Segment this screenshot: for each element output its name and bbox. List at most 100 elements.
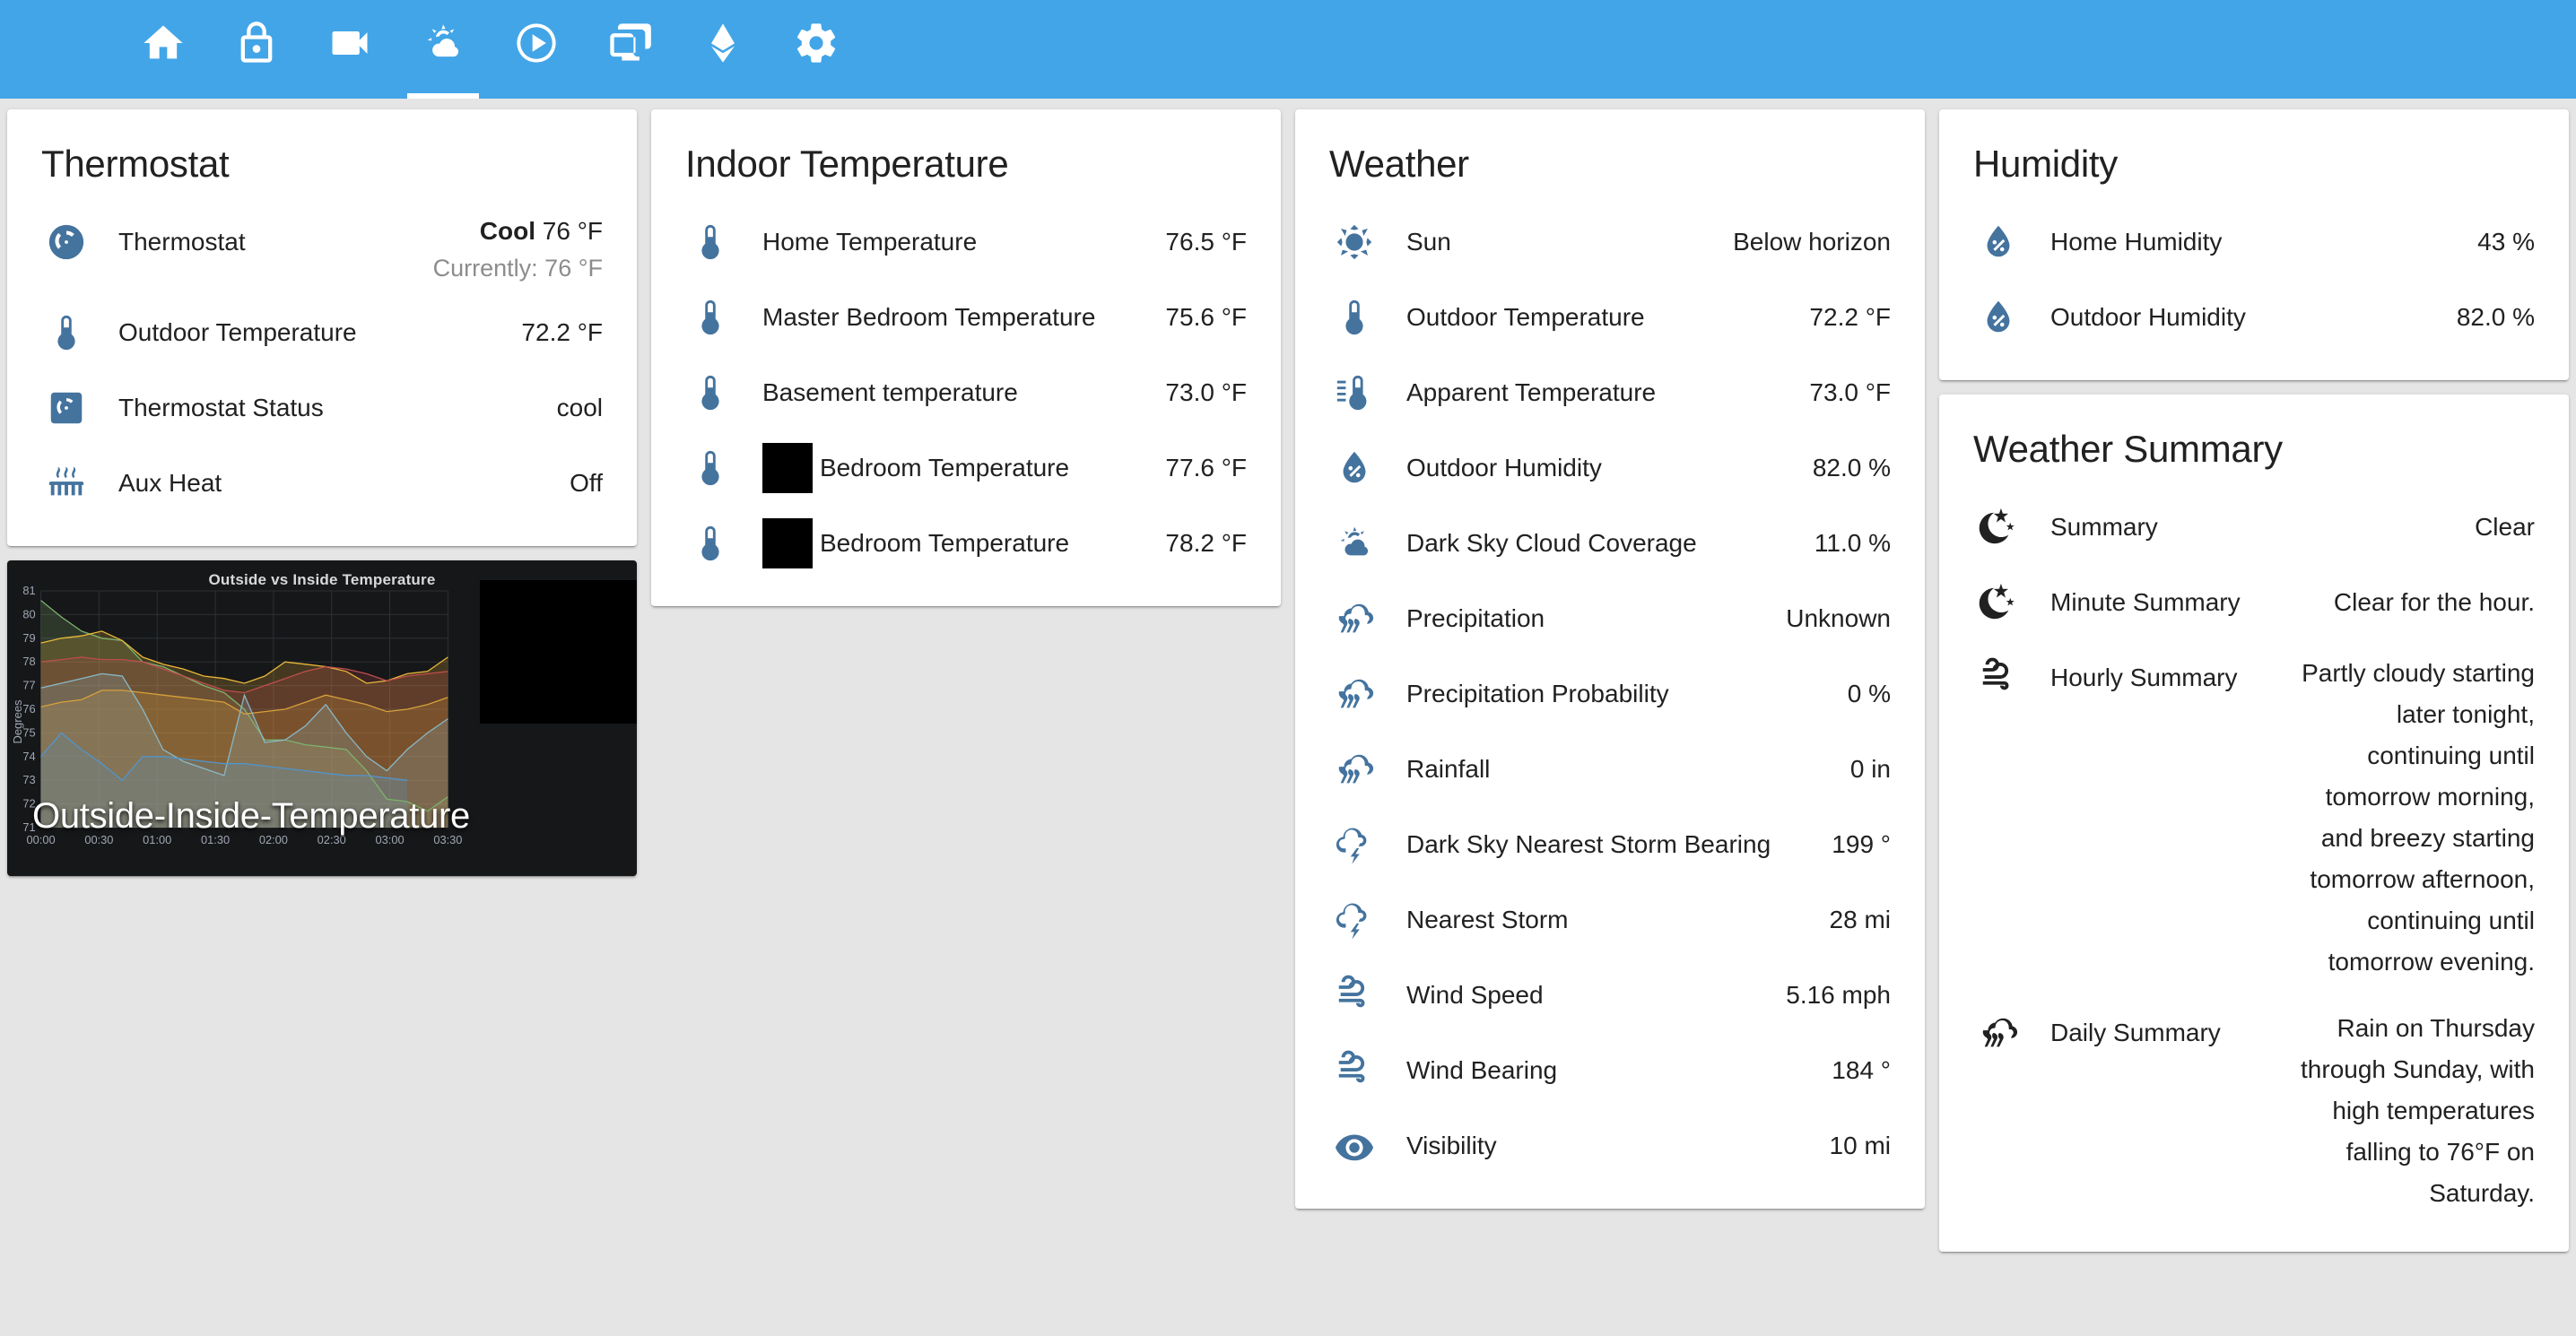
eye-icon bbox=[1329, 1121, 1379, 1171]
svg-text:76: 76 bbox=[22, 702, 35, 716]
weather-summary-card-title: Weather Summary bbox=[1939, 395, 2569, 490]
entity-row-name: Daily Summary bbox=[2050, 1008, 2275, 1058]
entity-row-thermostat[interactable]: Thermostat Cool 76 °F Currently: 76 °F bbox=[7, 204, 637, 295]
entity-row-value: Below horizon bbox=[1717, 217, 1891, 267]
temperature-graph-card[interactable]: Outside vs Inside Temperature 7172737475… bbox=[7, 560, 637, 876]
entity-row-precipitation-5[interactable]: PrecipitationUnknown bbox=[1295, 581, 1925, 656]
thermometer-icon bbox=[685, 217, 735, 267]
entity-row-value: 10 mi bbox=[1814, 1121, 1891, 1171]
humidity-card-title: Humidity bbox=[1939, 109, 2569, 204]
svg-text:74: 74 bbox=[22, 750, 35, 763]
entity-row-value: Rain on Thursday through Sunday, with hi… bbox=[2275, 1008, 2535, 1214]
thermostat-mode: Cool bbox=[480, 217, 535, 245]
entity-row-bedroom-temperature-4[interactable]: Bedroom Temperature78.2 °F bbox=[651, 506, 1281, 581]
entity-row-value: 11.0 % bbox=[1798, 518, 1891, 568]
entity-row-minute-summary-1[interactable]: Minute SummaryClear for the hour. bbox=[1939, 565, 2569, 640]
play-circle-icon bbox=[513, 20, 560, 66]
thermometer-icon bbox=[685, 518, 735, 568]
water-percent-icon bbox=[1329, 443, 1379, 493]
entity-row-master-bedroom-temperature-1[interactable]: Master Bedroom Temperature75.6 °F bbox=[651, 280, 1281, 355]
nav-item-weather[interactable] bbox=[396, 0, 490, 99]
svg-text:81: 81 bbox=[22, 584, 35, 597]
thermometer-lines-icon bbox=[1329, 368, 1379, 418]
monitor-multiple-icon bbox=[606, 20, 653, 66]
graph-legend-redaction bbox=[480, 580, 637, 724]
weather-windy-icon bbox=[1329, 1045, 1379, 1096]
entity-row-wind-speed-10[interactable]: Wind Speed5.16 mph bbox=[1295, 958, 1925, 1033]
entity-row-name: Nearest Storm bbox=[1406, 895, 1814, 945]
nav-item-settings[interactable] bbox=[770, 0, 863, 99]
entity-row-outdoor-humidity-3[interactable]: Outdoor Humidity82.0 % bbox=[1295, 430, 1925, 506]
entity-row-value: 5.16 mph bbox=[1770, 970, 1891, 1020]
entity-row-value: Clear for the hour. bbox=[2318, 577, 2535, 628]
nav-item-home[interactable] bbox=[117, 0, 210, 99]
entity-row-hourly-summary-2[interactable]: Hourly SummaryPartly cloudy starting lat… bbox=[1939, 640, 2569, 995]
thermostat-current: Currently: 76 °F bbox=[433, 255, 603, 282]
entity-row-name: Apparent Temperature bbox=[1406, 368, 1793, 418]
entity-row-precipitation-probability-6[interactable]: Precipitation Probability0 % bbox=[1295, 656, 1925, 732]
weather-summary-card: Weather Summary SummaryClearMinute Summa… bbox=[1939, 395, 2569, 1252]
weather-pouring-icon bbox=[1329, 669, 1379, 719]
thermostat-gauge-icon bbox=[41, 217, 91, 267]
entity-row-outdoor-temperature[interactable]: Outdoor Temperature 72.2 °F bbox=[7, 295, 637, 370]
indoor-temperature-card: Indoor Temperature Home Temperature76.5 … bbox=[651, 109, 1281, 606]
ethereum-icon bbox=[700, 20, 746, 66]
svg-text:75: 75 bbox=[22, 726, 35, 740]
entity-row-value: Clear bbox=[2459, 502, 2535, 552]
weather-card: Weather SunBelow horizonOutdoor Temperat… bbox=[1295, 109, 1925, 1209]
entity-row-value: 72.2 °F bbox=[505, 308, 603, 358]
entity-row-bedroom-temperature-3[interactable]: Bedroom Temperature77.6 °F bbox=[651, 430, 1281, 506]
entity-row-value: 199 ° bbox=[1815, 820, 1891, 870]
entity-row-dark-sky-nearest-storm-bearing-8[interactable]: Dark Sky Nearest Storm Bearing199 ° bbox=[1295, 807, 1925, 882]
weather-night-icon bbox=[1973, 577, 2023, 628]
svg-text:80: 80 bbox=[22, 608, 35, 621]
weather-rows: SunBelow horizonOutdoor Temperature72.2 … bbox=[1295, 204, 1925, 1184]
entity-row-wind-bearing-11[interactable]: Wind Bearing184 ° bbox=[1295, 1033, 1925, 1108]
entity-row-name: Thermostat bbox=[118, 217, 417, 267]
column-1: Thermostat Thermostat Cool 76 °F Current… bbox=[7, 99, 637, 876]
chart-y-axis-label: Degrees bbox=[11, 700, 24, 744]
weather-lightning-icon bbox=[1329, 820, 1379, 870]
entity-row-name: Dark Sky Nearest Storm Bearing bbox=[1406, 820, 1815, 870]
sunny-icon bbox=[1329, 217, 1379, 267]
entity-row-value: Partly cloudy starting later tonight, co… bbox=[2275, 653, 2535, 983]
entity-row-home-humidity-0[interactable]: Home Humidity43 % bbox=[1939, 204, 2569, 280]
dashboard-columns: Thermostat Thermostat Cool 76 °F Current… bbox=[0, 99, 2576, 1336]
entity-row-sun-0[interactable]: SunBelow horizon bbox=[1295, 204, 1925, 280]
entity-row-name: Outdoor Humidity bbox=[2050, 292, 2441, 343]
entity-row-value: 73.0 °F bbox=[1149, 368, 1247, 418]
entity-row-nearest-storm-9[interactable]: Nearest Storm28 mi bbox=[1295, 882, 1925, 958]
entity-row-visibility-12[interactable]: Visibility10 mi bbox=[1295, 1108, 1925, 1184]
entity-row-dark-sky-cloud-coverage-4[interactable]: Dark Sky Cloud Coverage11.0 % bbox=[1295, 506, 1925, 581]
entity-row-thermostat-status[interactable]: Thermostat Status cool bbox=[7, 370, 637, 446]
entity-row-name: Master Bedroom Temperature bbox=[762, 292, 1149, 343]
entity-row-aux-heat[interactable]: Aux Heat Off bbox=[7, 446, 637, 521]
entity-row-home-temperature-0[interactable]: Home Temperature76.5 °F bbox=[651, 204, 1281, 280]
entity-row-summary-0[interactable]: SummaryClear bbox=[1939, 490, 2569, 565]
entity-row-value: 0 % bbox=[1832, 669, 1891, 719]
nav-item-security[interactable] bbox=[210, 0, 303, 99]
entity-row-daily-summary-3[interactable]: Daily SummaryRain on Thursday through Su… bbox=[1939, 995, 2569, 1227]
entity-row-name: Rainfall bbox=[1406, 744, 1834, 794]
thermostat-climate-value: Cool 76 °F Currently: 76 °F bbox=[417, 217, 603, 282]
entity-row-outdoor-temperature-1[interactable]: Outdoor Temperature72.2 °F bbox=[1295, 280, 1925, 355]
entity-row-basement-temperature-2[interactable]: Basement temperature73.0 °F bbox=[651, 355, 1281, 430]
nav-item-crypto[interactable] bbox=[676, 0, 770, 99]
weather-pouring-icon bbox=[1329, 594, 1379, 644]
humidity-card: Humidity Home Humidity43 %Outdoor Humidi… bbox=[1939, 109, 2569, 380]
redaction-block bbox=[762, 443, 813, 493]
entity-row-value: 75.6 °F bbox=[1149, 292, 1247, 343]
entity-row-name: Wind Speed bbox=[1406, 970, 1770, 1020]
weather-summary-rows: SummaryClearMinute SummaryClear for the … bbox=[1939, 490, 2569, 1227]
nav-item-media[interactable] bbox=[490, 0, 583, 99]
nav-item-devices[interactable] bbox=[583, 0, 676, 99]
entity-row-name: Bedroom Temperature bbox=[762, 518, 1149, 568]
entity-row-outdoor-humidity-1[interactable]: Outdoor Humidity82.0 % bbox=[1939, 280, 2569, 355]
nav-item-cameras[interactable] bbox=[303, 0, 396, 99]
entity-row-rainfall-7[interactable]: Rainfall0 in bbox=[1295, 732, 1925, 807]
weather-windy-icon bbox=[1329, 970, 1379, 1020]
entity-row-apparent-temperature-2[interactable]: Apparent Temperature73.0 °F bbox=[1295, 355, 1925, 430]
column-2: Indoor Temperature Home Temperature76.5 … bbox=[651, 99, 1281, 606]
water-percent-icon bbox=[1973, 217, 2023, 267]
weather-pouring-icon bbox=[1329, 744, 1379, 794]
